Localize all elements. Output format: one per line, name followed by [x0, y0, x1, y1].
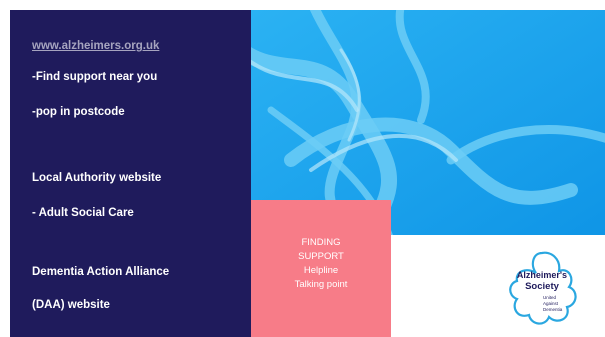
- info-line-daa: Dementia Action Alliance: [32, 266, 170, 278]
- logo-tagline-united: United: [543, 295, 557, 300]
- info-line-postcode: -pop in postcode: [32, 106, 125, 118]
- info-panel: www.alzheimers.org.uk -Find support near…: [10, 10, 251, 337]
- logo-tagline-dementia: Dementia: [543, 307, 563, 312]
- logo-text-alzheimers: Alzheimer's: [517, 270, 567, 280]
- support-item-talking-point: Talking point: [294, 279, 348, 290]
- info-line-local-authority: Local Authority website: [32, 172, 162, 184]
- info-line-daa-website: (DAA) website: [32, 299, 110, 311]
- info-line-find-support: -Find support near you: [32, 71, 158, 83]
- slide: www.alzheimers.org.uk -Find support near…: [0, 0, 605, 337]
- finding-support-box: FINDING SUPPORT Helpline Talking point: [251, 200, 391, 337]
- website-link[interactable]: www.alzheimers.org.uk: [32, 40, 159, 52]
- alzheimers-society-logo: Alzheimer's Society United Against Demen…: [503, 245, 581, 327]
- support-heading-finding: FINDING: [301, 237, 341, 248]
- info-line-adult-social-care: - Adult Social Care: [32, 207, 134, 219]
- support-heading-support: SUPPORT: [298, 251, 344, 262]
- support-item-helpline: Helpline: [303, 265, 339, 276]
- logo-tagline-against: Against: [543, 301, 559, 306]
- logo-text-society: Society: [525, 281, 560, 292]
